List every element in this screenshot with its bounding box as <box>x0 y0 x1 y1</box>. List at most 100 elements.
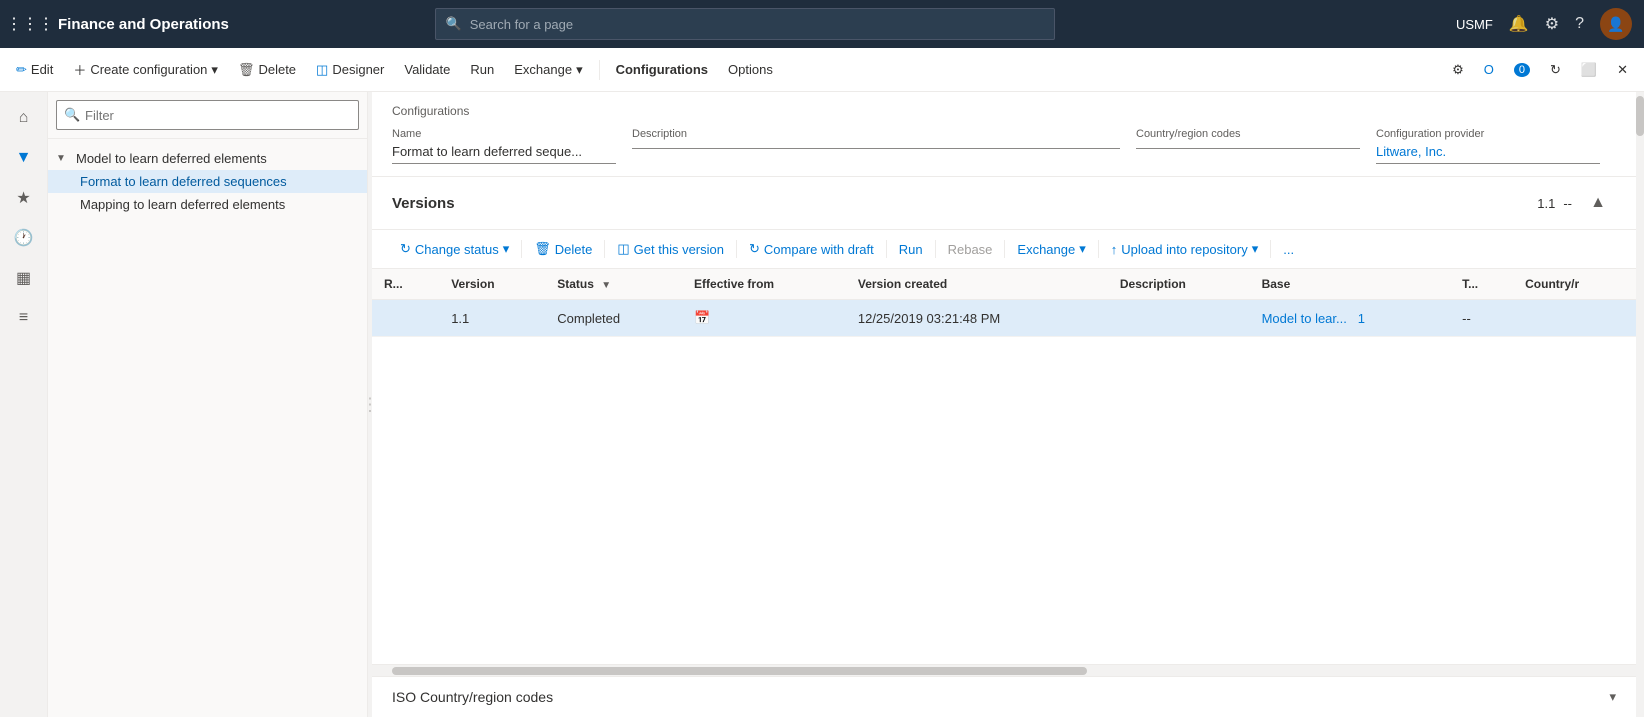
exchange-button[interactable]: Exchange ▾ <box>506 56 590 84</box>
description-value <box>632 144 1120 149</box>
settings-cmd-icon[interactable]: ⚙ <box>1444 56 1472 84</box>
upload-icon: ↑ <box>1111 242 1118 257</box>
upload-arrow-icon: ▾ <box>1252 241 1259 257</box>
trash-icon: 🗑 <box>238 62 255 78</box>
iso-section[interactable]: ISO Country/region codes ▾ <box>372 676 1636 717</box>
col-description: Description <box>1108 269 1250 300</box>
provider-label: Configuration provider <box>1376 128 1616 140</box>
help-icon[interactable]: ? <box>1575 15 1584 33</box>
provider-field: Configuration provider Litware, Inc. <box>1376 128 1616 164</box>
versions-table-wrap: R... Version Status ▼ Effective from Ver… <box>372 269 1636 664</box>
content-area: Configurations Name Format to learn defe… <box>372 92 1636 717</box>
panel-resizer[interactable] <box>368 92 372 717</box>
create-config-button[interactable]: ＋ Create configuration ▾ <box>65 54 226 85</box>
filter-input[interactable] <box>56 100 359 130</box>
run-button[interactable]: Run <box>462 56 502 83</box>
config-header: Configurations Name Format to learn defe… <box>372 92 1636 177</box>
name-field: Name Format to learn deferred seque... <box>392 128 632 164</box>
settings-icon[interactable]: ⚙ <box>1545 14 1559 34</box>
toolbar-sep1 <box>521 240 522 258</box>
base-link[interactable]: Model to lear... <box>1262 311 1347 326</box>
toolbar-sep8 <box>1270 240 1271 258</box>
main-layout: ⌂ ▼ ★ 🕐 ▦ ≡ 🔍 ▼ Model to learn deferred … <box>0 92 1644 717</box>
cmd-right-buttons: ⚙ O 0 ↻ ⬜ ✕ <box>1444 56 1636 84</box>
table-header-row: R... Version Status ▼ Effective from Ver… <box>372 269 1636 300</box>
horizontal-scrollbar[interactable] <box>372 664 1636 676</box>
more-options-button[interactable]: ... <box>1275 237 1302 262</box>
sidebar-icons: ⌂ ▼ ★ 🕐 ▦ ≡ <box>0 92 48 717</box>
cell-version-created: 12/25/2019 03:21:48 PM <box>846 300 1108 337</box>
config-fields: Name Format to learn deferred seque... D… <box>392 128 1616 164</box>
versions-table: R... Version Status ▼ Effective from Ver… <box>372 269 1636 337</box>
description-label: Description <box>632 128 1136 140</box>
avatar[interactable]: 👤 <box>1600 8 1632 40</box>
sidebar-item-filter[interactable]: ▼ <box>6 140 42 176</box>
dropdown-arrow-icon: ▾ <box>211 62 218 78</box>
notification-icon[interactable]: 🔔 <box>1509 14 1529 34</box>
change-status-button[interactable]: ↻ Change status ▾ <box>392 236 517 262</box>
tree-item-label: Format to learn deferred sequences <box>80 174 287 189</box>
sidebar-item-favorites[interactable]: ★ <box>6 180 42 216</box>
edit-icon: ✏ <box>16 62 27 78</box>
search-placeholder: Search for a page <box>470 17 573 32</box>
country-value <box>1136 144 1360 149</box>
versions-toolbar: ↻ Change status ▾ 🗑 Delete ◫ Get this ve… <box>372 230 1636 269</box>
hamburger-icon: ⋮⋮⋮ <box>6 14 54 34</box>
tree-panel: 🔍 ▼ Model to learn deferred elements For… <box>48 92 368 717</box>
tree-item-mapping[interactable]: Mapping to learn deferred elements <box>48 193 367 216</box>
badge-icon[interactable]: 0 <box>1506 57 1538 83</box>
close-icon[interactable]: ✕ <box>1609 56 1636 84</box>
restore-icon[interactable]: ⬜ <box>1573 56 1605 84</box>
options-button[interactable]: Options <box>720 56 781 83</box>
base-version-link[interactable]: 1 <box>1358 311 1365 326</box>
configurations-button[interactable]: Configurations <box>608 56 716 83</box>
cell-r <box>372 300 439 337</box>
versions-header: Versions 1.1 -- ▲ <box>372 177 1636 230</box>
sidebar-item-workspaces[interactable]: ▦ <box>6 260 42 296</box>
search-bar[interactable]: 🔍 Search for a page <box>435 8 1055 40</box>
versions-exchange-button[interactable]: Exchange ▾ <box>1009 236 1093 262</box>
country-label: Country/region codes <box>1136 128 1376 140</box>
versions-collapse-button[interactable]: ▲ <box>1580 185 1616 221</box>
change-status-arrow: ▾ <box>503 241 510 257</box>
col-base: Base <box>1250 269 1451 300</box>
command-bar: ✏ Edit ＋ Create configuration ▾ 🗑 Delete… <box>0 48 1644 92</box>
tree-item-format[interactable]: Format to learn deferred sequences <box>48 170 367 193</box>
scrollbar-thumb <box>392 667 1087 675</box>
refresh-icon[interactable]: ↻ <box>1542 56 1569 84</box>
delete-button[interactable]: 🗑 Delete <box>230 56 304 84</box>
hamburger-menu-button[interactable]: ⋮⋮⋮ <box>12 6 48 42</box>
filter-icon: 🔍 <box>64 107 80 123</box>
col-t: T... <box>1450 269 1513 300</box>
compare-icon: ↻ <box>749 241 760 257</box>
designer-button[interactable]: ◫ Designer <box>308 56 392 84</box>
table-row[interactable]: 1.1 Completed 📅 12/25/2019 03:21:48 PM M… <box>372 300 1636 337</box>
get-this-version-button[interactable]: ◫ Get this version <box>609 236 732 262</box>
compare-with-draft-button[interactable]: ↻ Compare with draft <box>741 236 882 262</box>
scrollbar-thumb-vertical <box>1636 96 1644 136</box>
col-status: Status ▼ <box>545 269 682 300</box>
designer-icon: ◫ <box>316 62 328 78</box>
status-filter-icon[interactable]: ▼ <box>601 280 611 291</box>
office-icon[interactable]: O <box>1476 56 1502 83</box>
col-effective-from: Effective from <box>682 269 846 300</box>
sidebar-item-home[interactable]: ⌂ <box>6 100 42 136</box>
tree-item-label: Model to learn deferred elements <box>76 151 267 166</box>
cell-description <box>1108 300 1250 337</box>
sidebar-item-recent[interactable]: 🕐 <box>6 220 42 256</box>
description-field: Description <box>632 128 1136 164</box>
cell-effective-from: 📅 <box>682 300 846 337</box>
provider-value[interactable]: Litware, Inc. <box>1376 144 1600 164</box>
sidebar-item-list[interactable]: ≡ <box>6 300 42 336</box>
versions-section: Versions 1.1 -- ▲ ↻ Change status ▾ 🗑 De… <box>372 177 1636 717</box>
versions-run-button[interactable]: Run <box>891 237 931 262</box>
versions-delete-button[interactable]: 🗑 Delete <box>526 236 600 262</box>
edit-button[interactable]: ✏ Edit <box>8 56 61 84</box>
user-label: USMF <box>1456 17 1493 32</box>
upload-into-repo-button[interactable]: ↑ Upload into repository ▾ <box>1103 236 1267 262</box>
vertical-scrollbar[interactable] <box>1636 92 1644 717</box>
get-version-icon: ◫ <box>617 241 629 257</box>
tree-item-parent[interactable]: ▼ Model to learn deferred elements <box>48 147 367 170</box>
validate-button[interactable]: Validate <box>396 56 458 83</box>
cell-t: -- <box>1450 300 1513 337</box>
